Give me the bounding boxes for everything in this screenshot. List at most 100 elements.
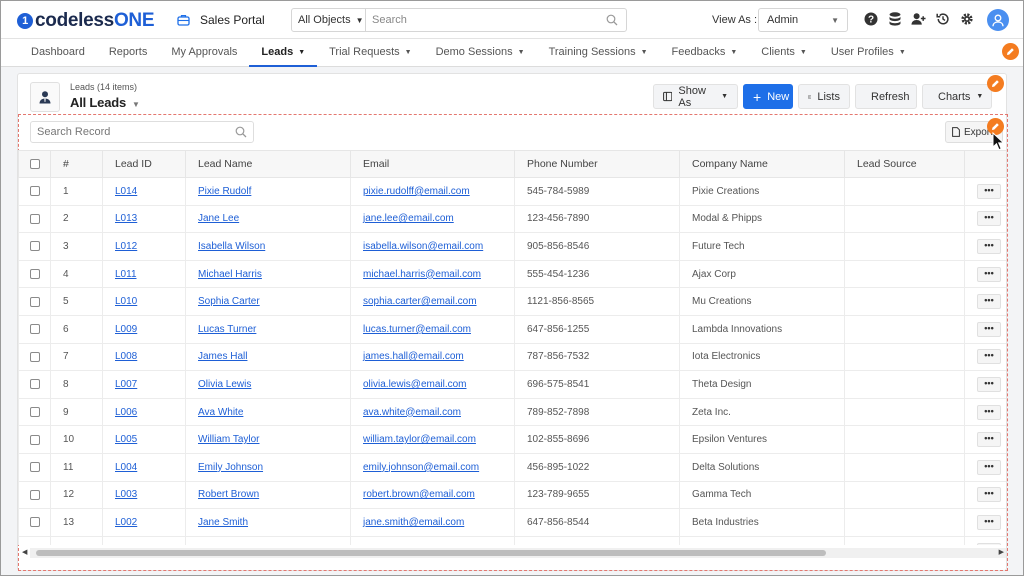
row-actions-button[interactable]: •••	[977, 404, 1001, 420]
cell-lead-name-link[interactable]: Pixie Rudolf	[198, 186, 251, 197]
cell-lead-name-link[interactable]: Michael Harris	[198, 269, 262, 280]
table-row[interactable]: 1 L014 Pixie Rudolf pixie.rudolff@email.com…	[18, 177, 1006, 206]
row-checkbox[interactable]	[29, 379, 40, 390]
horizontal-scrollbar[interactable]: ◀ ▶	[22, 548, 1006, 558]
cell-lead-id-link[interactable]: L011	[115, 269, 137, 280]
show-as-button[interactable]: Show As ▼	[653, 84, 738, 109]
cell-email-link[interactable]: emily.johnson@email.com	[363, 462, 479, 473]
refresh-button[interactable]: Refresh	[855, 84, 917, 109]
row-actions-button[interactable]: •••	[977, 349, 1001, 365]
row-checkbox[interactable]	[29, 489, 40, 500]
row-actions-button[interactable]: •••	[977, 487, 1001, 503]
row-checkbox[interactable]	[29, 268, 40, 279]
cell-email-link[interactable]: olivia.lewis@email.com	[363, 379, 467, 390]
row-actions-button[interactable]: •••	[977, 321, 1001, 337]
edit-toolbar-pencil-icon[interactable]	[987, 75, 1004, 92]
row-checkbox[interactable]	[29, 324, 40, 335]
row-actions-button[interactable]: •••	[977, 266, 1001, 282]
global-search-input[interactable]: Search	[366, 9, 626, 31]
cell-email-link[interactable]: pixie.rudolff@email.com	[363, 186, 470, 197]
cell-lead-name-link[interactable]: Jane Smith	[198, 517, 248, 528]
cell-email-link[interactable]: jane.smith@email.com	[363, 517, 464, 528]
database-icon[interactable]	[887, 11, 902, 26]
cell-lead-name-link[interactable]: Jane Lee	[198, 213, 239, 224]
scroll-left-icon[interactable]: ◀	[22, 548, 27, 558]
list-view-selector[interactable]: All Leads ▼	[70, 95, 140, 110]
row-checkbox[interactable]	[29, 351, 40, 362]
table-row[interactable]: 11 L004 Emily Johnson emily.johnson@email.c…	[18, 452, 1006, 482]
table-row[interactable]: 13 L002 Jane Smith jane.smith@email.com 647-…	[18, 508, 1006, 537]
cell-lead-name-link[interactable]: Ava White	[198, 407, 243, 418]
row-actions-button[interactable]: •••	[977, 514, 1001, 530]
row-checkbox[interactable]	[29, 406, 40, 417]
cell-lead-name-link[interactable]: Emily Johnson	[198, 462, 263, 473]
cell-lead-id-link[interactable]: L006	[115, 407, 137, 418]
table-row[interactable]: 9 L006 Ava White ava.white@email.com 789-852…	[18, 397, 1006, 427]
edit-nav-pencil-icon[interactable]	[1002, 43, 1019, 60]
view-as-select[interactable]: Admin ▼	[758, 8, 848, 32]
nav-item-demo-sessions[interactable]: Demo Sessions ▼	[424, 39, 537, 66]
row-checkbox[interactable]	[29, 241, 40, 252]
column-header-number[interactable]: #	[50, 150, 103, 178]
row-actions-button[interactable]: •••	[977, 376, 1001, 392]
charts-button[interactable]: Charts ▼	[922, 84, 992, 109]
column-header-lead-id[interactable]: Lead ID	[102, 150, 186, 178]
table-row[interactable]: 10 L005 William Taylor william.taylor@email…	[18, 425, 1006, 454]
table-row[interactable]: 5 L010 Sophia Carter sophia.carter@email.co…	[18, 287, 1006, 316]
column-header-phone[interactable]: Phone Number	[514, 150, 680, 178]
column-header-lead-name[interactable]: Lead Name	[185, 150, 351, 178]
cell-lead-name-link[interactable]: William Taylor	[198, 434, 260, 445]
cell-lead-id-link[interactable]: L009	[115, 324, 137, 335]
cell-lead-name-link[interactable]: James Hall	[198, 351, 247, 362]
row-checkbox[interactable]	[29, 462, 40, 473]
row-actions-button[interactable]: •••	[977, 294, 1001, 310]
nav-item-feedbacks[interactable]: Feedbacks ▼	[660, 39, 750, 66]
cell-email-link[interactable]: michael.harris@email.com	[363, 269, 481, 280]
select-all-checkbox[interactable]	[29, 159, 40, 170]
table-row[interactable]: 6 L009 Lucas Turner lucas.turner@email.com 6…	[18, 314, 1006, 344]
brand-logo[interactable]: 1 codeless ONE	[17, 10, 155, 32]
cell-lead-id-link[interactable]: L007	[115, 379, 137, 390]
cell-email-link[interactable]: ava.white@email.com	[363, 407, 461, 418]
table-row[interactable]: 8 L007 Olivia Lewis olivia.lewis@email.com 6…	[18, 370, 1006, 399]
nav-item-my-approvals[interactable]: My Approvals	[159, 39, 249, 66]
table-row[interactable]: 4 L011 Michael Harris michael.harris@email.…	[18, 259, 1006, 289]
cell-email-link[interactable]: william.taylor@email.com	[363, 434, 476, 445]
cell-email-link[interactable]: lucas.turner@email.com	[363, 324, 471, 335]
scrollbar-thumb[interactable]	[36, 550, 826, 556]
row-actions-button[interactable]: •••	[977, 183, 1001, 199]
cell-email-link[interactable]: james.hall@email.com	[363, 351, 464, 362]
nav-item-reports[interactable]: Reports	[97, 39, 160, 66]
row-actions-button[interactable]: •••	[977, 432, 1001, 448]
column-header-email[interactable]: Email	[350, 150, 515, 178]
settings-icon[interactable]	[959, 11, 974, 26]
row-checkbox[interactable]	[29, 296, 40, 307]
cell-lead-name-link[interactable]: Robert Brown	[198, 489, 259, 500]
row-checkbox[interactable]	[29, 434, 40, 445]
row-actions-button[interactable]: •••	[977, 459, 1001, 475]
cell-lead-id-link[interactable]: L005	[115, 434, 137, 445]
record-search-input[interactable]: Search Record	[30, 121, 254, 143]
cell-lead-id-link[interactable]: L012	[115, 241, 137, 252]
nav-item-clients[interactable]: Clients ▼	[749, 39, 819, 66]
user-add-icon[interactable]	[911, 11, 926, 26]
search-icon[interactable]	[606, 14, 618, 26]
cell-lead-id-link[interactable]: L002	[115, 517, 137, 528]
help-icon[interactable]: ?	[863, 11, 878, 26]
table-row[interactable]: 2 L013 Jane Lee jane.lee@email.com 123-456-7…	[18, 204, 1006, 234]
history-icon[interactable]	[935, 11, 950, 26]
cell-lead-id-link[interactable]: L004	[115, 462, 137, 473]
new-record-button[interactable]: + New	[743, 84, 793, 109]
app-switcher[interactable]: Sales Portal	[177, 13, 265, 27]
scroll-right-icon[interactable]: ▶	[999, 548, 1004, 558]
cell-lead-name-link[interactable]: Olivia Lewis	[198, 379, 251, 390]
nav-item-user-profiles[interactable]: User Profiles ▼	[819, 39, 918, 66]
nav-item-dashboard[interactable]: Dashboard	[19, 39, 97, 66]
lists-button[interactable]: Lists	[798, 84, 850, 109]
cell-lead-id-link[interactable]: L013	[115, 213, 137, 224]
nav-item-training-sessions[interactable]: Training Sessions ▼	[537, 39, 660, 66]
cell-lead-name-link[interactable]: Sophia Carter	[198, 296, 260, 307]
cell-lead-id-link[interactable]: L014	[115, 186, 137, 197]
row-actions-button[interactable]: •••	[977, 542, 1001, 545]
cell-email-link[interactable]: isabella.wilson@email.com	[363, 241, 483, 252]
